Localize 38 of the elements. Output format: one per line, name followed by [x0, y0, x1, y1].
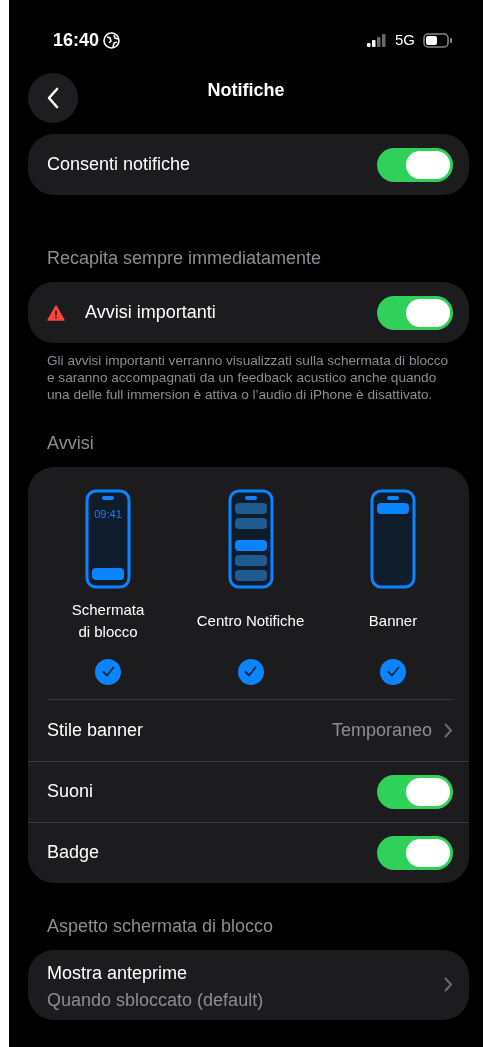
setting-label: Avvisi importanti: [85, 301, 216, 324]
setting-label: Badge: [47, 841, 100, 865]
style-checkmark[interactable]: [380, 658, 406, 685]
section-footnote: Gli avvisi importanti verranno visualizzati sulla schermata di blocco e saranno accompagnati da un feedback acustico anche quando una delle full immersion è attiva o l’audio di iPhone è disattivato.: [46, 352, 450, 404]
clock-text: 09:41: [94, 507, 122, 520]
back-button[interactable]: [28, 73, 78, 123]
section-header: Aspetto schermata di blocco: [46, 914, 275, 938]
setting-value: Quando sbloccato (default): [47, 988, 264, 1012]
style-checkmark[interactable]: [237, 658, 264, 685]
style-option[interactable]: Centro Notifiche: [196, 598, 305, 643]
toggle-switch[interactable]: [377, 774, 453, 809]
toggle-switch[interactable]: [377, 147, 453, 182]
chevron-left-icon: [47, 87, 59, 109]
setting-value: Temporaneo: [331, 718, 432, 742]
checkmark-icon: [101, 666, 115, 678]
screen-title: Notifiche: [206, 79, 286, 102]
setting-label: Mostra anteprime: [47, 961, 189, 985]
setting-label: Suoni: [47, 780, 94, 804]
setting-label: Stile banner: [47, 718, 144, 742]
globe-icon: [103, 31, 121, 49]
toggle-switch[interactable]: [377, 835, 453, 870]
battery-icon: [423, 32, 453, 48]
warning-icon: [47, 304, 65, 321]
section-header: Avvisi: [46, 431, 95, 455]
section-header: Recapita sempre immediatamente: [46, 247, 323, 270]
style-option[interactable]: Schermata di blocco: [71, 598, 145, 643]
style-checkmark[interactable]: [95, 658, 121, 685]
style-option[interactable]: Banner: [368, 598, 418, 643]
setting-row[interactable]: Stile banner Temporaneo: [28, 699, 469, 761]
signal-icon: [367, 33, 387, 47]
toggle-switch[interactable]: [377, 295, 453, 330]
checkmark-icon: [386, 666, 400, 678]
checkmark-icon: [244, 666, 257, 678]
setting-label: Consenti notifiche: [47, 153, 191, 176]
status-time: 16:40: [53, 28, 100, 52]
chevron-right-icon: [444, 976, 453, 992]
network-label: 5G: [395, 29, 415, 50]
chevron-right-icon: [444, 722, 453, 738]
